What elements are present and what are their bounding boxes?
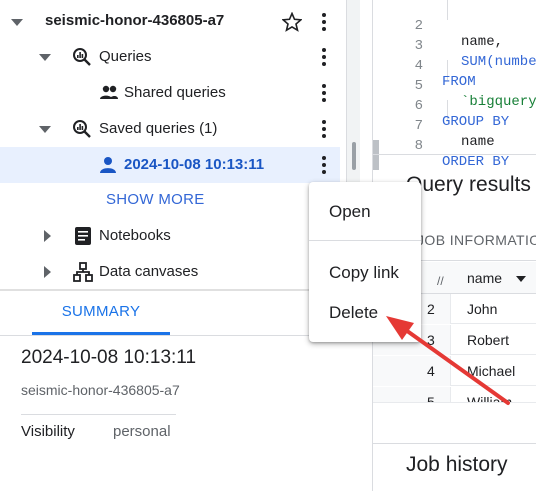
expand-arrow-icon[interactable] [44,230,51,242]
column-header-name[interactable]: name [467,270,502,286]
scrollbar-thumb[interactable] [373,140,379,170]
star-icon[interactable] [282,12,302,32]
row-number-cell: 4 [373,356,451,386]
menu-item-copy-link[interactable]: Copy link [309,255,421,289]
query-search-icon [73,120,91,138]
collapse-arrow-icon[interactable] [39,54,51,61]
show-more-button[interactable]: SHOW MORE [106,191,205,208]
collapse-arrow-icon[interactable] [39,126,51,133]
table-row[interactable]: 5 William [373,387,536,403]
notebooks-label: Notebooks [99,227,171,244]
name-cell: Robert [467,332,510,348]
code-line: 6 GROUP BY [373,82,536,130]
notebook-icon [75,227,91,245]
menu-item-label: Copy link [329,263,399,282]
data-canvases-row[interactable]: Data canvases [0,254,340,290]
saved-query-more-icon[interactable] [314,153,334,177]
code-line: 5 `bigquery [373,62,536,110]
expand-arrow-icon[interactable] [44,266,51,278]
code-text: ORDER BY [442,154,510,170]
job-history-title[interactable]: Job history [406,453,508,477]
saved-query-label: 2024-10-08 10:13:11 [124,156,265,173]
row-number: 2 [427,301,435,317]
code-line: 7 name [373,102,536,150]
menu-item-label: Delete [329,303,379,322]
queries-more-icon[interactable] [314,45,334,69]
saved-queries-label: Saved queries (1) [99,120,218,137]
data-canvases-label: Data canvases [99,263,199,280]
visibility-label: Visibility [21,423,75,440]
context-menu: Open Copy link Delete [309,182,421,342]
code-line: 3 SUM(numbe [373,22,536,70]
shared-queries-row[interactable]: Shared queries [0,75,340,111]
row-number: 4 [427,363,435,379]
name-cell: John [467,301,498,317]
code-line: 4 FROM [373,42,536,90]
column-resize-icon[interactable]: // [437,274,444,288]
row-number-cell: 5 [373,387,451,403]
visibility-value: personal [113,423,171,440]
person-icon [100,157,116,173]
queries-row[interactable]: Queries [0,39,340,75]
notebooks-row[interactable]: Notebooks [0,218,340,254]
summary-title: 2024-10-08 10:13:11 [21,347,197,368]
project-name: seismic-honor-436805-a7 [45,12,225,29]
query-results-title: Query results [406,173,531,196]
sql-editor[interactable]: 2 name, 3 SUM(numbe 4 FROM 5 `bigquery 6… [373,0,536,170]
name-cell: William [467,394,513,403]
saved-query-item[interactable]: 2024-10-08 10:13:11 [0,147,340,183]
shared-queries-more-icon[interactable] [314,81,334,105]
editor-scrollbar[interactable] [373,140,536,170]
table-row[interactable]: 4 Michael [373,356,536,386]
sort-down-icon[interactable] [516,276,526,282]
project-more-icon[interactable] [314,10,334,34]
shared-queries-label: Shared queries [124,84,226,101]
project-row[interactable]: seismic-honor-436805-a7 [0,4,340,40]
menu-separator [309,240,421,241]
people-icon [100,85,118,99]
data-canvas-icon [73,262,93,282]
tab-job-information[interactable]: JOB INFORMATIO [417,232,536,248]
name-cell: Michael [467,363,516,379]
code-line: 8 ORDER BY [373,122,536,170]
saved-queries-more-icon[interactable] [314,117,334,141]
menu-item-open[interactable]: Open [309,194,421,228]
saved-queries-row[interactable]: Saved queries (1) [0,111,340,147]
explorer-panel: seismic-honor-436805-a7 Queries Shared q… [0,0,346,290]
results-divider [373,443,536,444]
menu-item-delete[interactable]: Delete [309,295,421,329]
row-number: 5 [427,394,435,403]
row-number: 3 [427,332,435,348]
code-line: 2 name, [373,2,536,50]
scrollbar-thumb[interactable] [352,142,356,170]
query-search-icon [73,48,91,66]
queries-label: Queries [99,48,152,65]
collapse-arrow-icon[interactable] [11,19,23,26]
summary-divider [21,414,176,415]
summary-project: seismic-honor-436805-a7 [21,382,180,398]
editor-divider [373,154,536,155]
menu-item-label: Open [329,202,371,221]
